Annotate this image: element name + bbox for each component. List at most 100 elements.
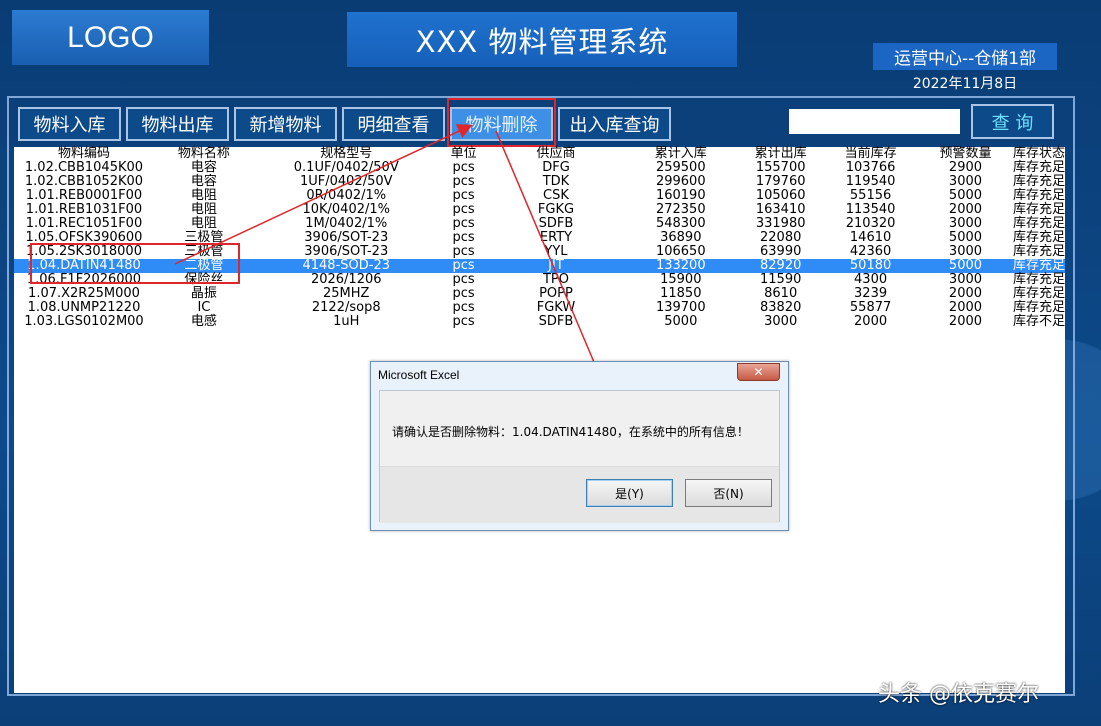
table-cell: 1.06.F1F2026000 <box>26 272 142 287</box>
table-cell: 25MHZ <box>323 286 370 301</box>
table-cell: 1.01.REC1051F00 <box>25 216 143 231</box>
table-row[interactable]: 1.03.LGS0102M00 电感 1uH pcs SDFB 5000 3000 2000 2… <box>14 315 1065 329</box>
table-cell: 2026/1206 <box>310 272 382 287</box>
table-cell: 22080 <box>760 230 802 245</box>
table-cell: 0R/0402/1% <box>306 188 387 203</box>
table-cell: 36890 <box>660 230 702 245</box>
dialog-title: Microsoft Excel <box>378 368 460 382</box>
table-cell: 2000 <box>948 286 983 301</box>
table-cell: 电阻 <box>190 202 217 217</box>
table-cell: IC <box>197 300 211 315</box>
table-cell: 1.01.REB0001F00 <box>25 188 143 203</box>
table-cell: 电容 <box>190 160 217 175</box>
table-cell: 2900 <box>948 160 983 175</box>
table-cell: pcs <box>452 272 475 287</box>
table-cell: 库存充足 <box>1012 202 1065 217</box>
material-inbound-button[interactable]: 物料入库 <box>18 107 121 141</box>
table-cell: 库存充足 <box>1012 258 1065 273</box>
inout-query-button[interactable]: 出入库查询 <box>558 107 671 141</box>
column-header: 物料名称 <box>177 146 230 161</box>
department-label: 运营中心--仓储1部 <box>873 43 1057 70</box>
search-input[interactable] <box>789 109 960 134</box>
add-material-button[interactable]: 新增物料 <box>234 107 337 141</box>
table-cell: 548300 <box>655 216 706 231</box>
table-cell: 电阻 <box>190 188 217 203</box>
table-cell: 晶振 <box>190 286 217 301</box>
delete-button-highlight <box>447 98 556 147</box>
table-cell: 1.07.X2R25M000 <box>28 286 140 301</box>
detail-view-button[interactable]: 明细查看 <box>342 107 445 141</box>
close-icon[interactable]: ✕ <box>737 363 780 381</box>
table-cell: 2000 <box>948 202 983 217</box>
table-row[interactable]: 1.08.UNMP21220 IC 2122/sop8 pcs FGKW 139700 83… <box>14 301 1065 315</box>
table-cell: JIT <box>488 259 624 273</box>
column-header: 供应商 <box>536 146 576 161</box>
column-header: 物料编码 <box>57 146 110 161</box>
table-row[interactable]: 1.01.REC1051F00 电阻 1M/0402/1% pcs SDFB 548300… <box>14 217 1065 231</box>
table-cell: TPO <box>542 272 569 287</box>
table-cell: 5000 <box>918 259 1013 273</box>
table-cell: 272350 <box>655 202 706 217</box>
table-cell: 15900 <box>660 272 702 287</box>
material-outbound-button[interactable]: 物料出库 <box>126 107 229 141</box>
table-row[interactable]: 1.05.OFSK390600 三极管 3906/SOT-23 pcs ERTY 3689… <box>14 231 1065 245</box>
table-cell: 106650 <box>655 244 706 259</box>
table-cell: FGKG <box>537 202 575 217</box>
table-cell: 5000 <box>948 188 983 203</box>
column-header: 库存状态 <box>1012 146 1065 161</box>
table-cell: 电感 <box>190 314 217 329</box>
table-row[interactable]: 1.02.CBB1052K00 电容 1UF/0402/50V pcs TDK 29960… <box>14 175 1065 189</box>
table-cell: SDFB <box>538 314 574 329</box>
table-row[interactable]: 1.07.X2R25M000 晶振 25MHZ pcs POPP 11850 8610 323… <box>14 287 1065 301</box>
table-cell: pcs <box>452 216 475 231</box>
table-cell: DFG <box>542 160 570 175</box>
table-row[interactable]: 1.04.DATIN41480 二极管 4148-SOD-23 pcs JIT 13320… <box>14 259 1065 273</box>
table-cell: TDK <box>542 174 570 189</box>
table-cell: pcs <box>452 314 475 329</box>
table-cell: 1.02.CBB1052K00 <box>24 174 144 189</box>
table-cell: 库存充足 <box>1012 174 1065 189</box>
table-cell: 库存充足 <box>1012 160 1065 175</box>
table-header-row: 物料编码 物料名称 规格型号 单位 供应商 累计入库 累计出库 当前库存 预警数… <box>14 147 1065 161</box>
table-cell: 3000 <box>948 244 983 259</box>
table-cell: 1.03.LGS0102M00 <box>24 314 144 329</box>
table-cell: 1uH <box>333 314 360 329</box>
table-row[interactable]: 1.05.2SK3018000 三极管 3906/SOT-23 pcs YYL 10665… <box>14 245 1065 259</box>
table-cell: 103766 <box>845 160 896 175</box>
table-cell: 1.04.DATIN41480 <box>14 259 154 273</box>
column-header: 累计出库 <box>754 146 807 161</box>
table-cell: 139700 <box>655 300 706 315</box>
table-cell: 5000 <box>948 230 983 245</box>
table-cell: pcs <box>452 300 475 315</box>
table-cell: 1.08.UNMP21220 <box>27 300 141 315</box>
table-cell: 库存充足 <box>1012 244 1065 259</box>
table-row[interactable]: 1.01.REB0001F00 电阻 0R/0402/1% pcs CSK 160190 1… <box>14 189 1065 203</box>
table-row[interactable]: 1.01.REB1031F00 电阻 10K/0402/1% pcs FGKG 27235… <box>14 203 1065 217</box>
table-cell: 155700 <box>755 160 806 175</box>
no-button[interactable]: 否(N) <box>685 479 772 507</box>
table-cell: 库存充足 <box>1012 216 1065 231</box>
table-cell: pcs <box>452 230 475 245</box>
table-cell: 保险丝 <box>184 272 224 287</box>
table-cell: 三极管 <box>184 244 224 259</box>
yes-button[interactable]: 是(Y) <box>586 479 673 507</box>
table-cell: pcs <box>452 202 475 217</box>
column-header: 当前库存 <box>844 146 897 161</box>
table-cell: 133200 <box>623 259 739 273</box>
table-cell: 2000 <box>948 314 983 329</box>
table-row[interactable]: 1.06.F1F2026000 保险丝 2026/1206 pcs TPO 15900 11… <box>14 273 1065 287</box>
table-row[interactable]: 1.02.CBB1045K00 电容 0.1UF/0402/50V pcs DFG 259… <box>14 161 1065 175</box>
table-cell: 5000 <box>664 314 698 329</box>
table-cell: 11590 <box>760 272 802 287</box>
search-button[interactable]: 查 询 <box>971 104 1054 139</box>
table-cell: FGKW <box>536 300 576 315</box>
table-cell: 331980 <box>755 216 806 231</box>
table-cell: 4300 <box>854 272 888 287</box>
table-cell: 1.01.REB1031F00 <box>25 202 143 217</box>
column-header: 预警数量 <box>939 146 992 161</box>
material-table: 物料编码 物料名称 规格型号 单位 供应商 累计入库 累计出库 当前库存 预警数… <box>14 147 1065 329</box>
logo: LOGO <box>12 10 209 65</box>
table-cell: 119540 <box>845 174 896 189</box>
table-cell: 113540 <box>845 202 896 217</box>
table-cell: POPP <box>539 286 573 301</box>
